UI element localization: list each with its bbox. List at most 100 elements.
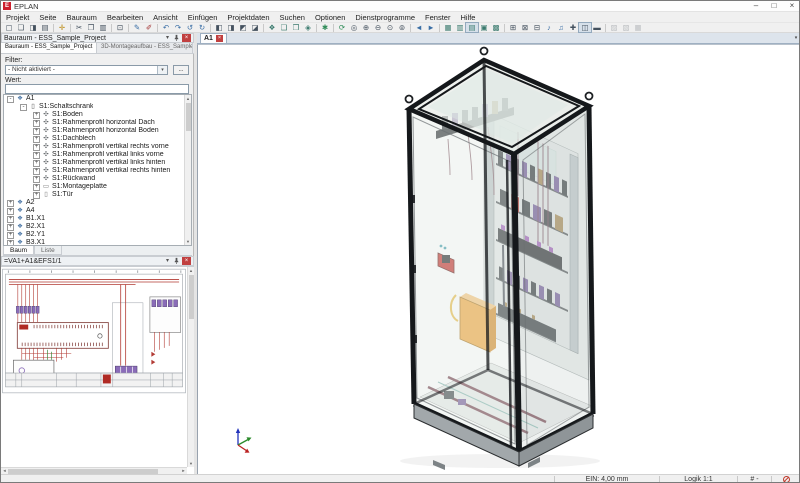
tree-expander[interactable]: + (33, 175, 40, 183)
panel-pin-icon[interactable] (172, 34, 181, 42)
free-placement-icon[interactable]: ♪ (543, 23, 555, 32)
redo-icon[interactable]: ↷ (172, 23, 184, 32)
panel-close-button[interactable]: × (182, 257, 191, 265)
macro-navigator-icon[interactable]: ◈ (302, 23, 314, 32)
menu-item[interactable]: Projektdaten (222, 13, 274, 22)
scroll-down-icon[interactable]: ▼ (185, 238, 191, 245)
redo-history-icon[interactable]: ↻ (196, 23, 208, 32)
combo-dropdown-icon[interactable]: ▾ (157, 66, 167, 74)
view-forward-icon[interactable]: ► (425, 23, 437, 32)
navigator-tab[interactable]: Bauraum - ESS_Sample_Project (1, 43, 97, 53)
window-split-3-icon[interactable]: ◩ (237, 23, 249, 32)
menu-item[interactable]: Ansicht (148, 13, 183, 22)
tree-item[interactable]: + ✣ S1:Rahmenprofil vertikal rechts hint… (4, 167, 184, 175)
tree-item[interactable]: - ❖ A1 (4, 95, 184, 103)
tree-expander[interactable]: + (33, 191, 40, 199)
preview-hscroll-thumb[interactable] (8, 468, 158, 474)
tree-expander[interactable]: + (7, 223, 14, 231)
coordinate-input-icon[interactable]: ✚ (567, 23, 579, 32)
design-mode-icon[interactable]: ▬ (591, 23, 603, 32)
preview-panel-header[interactable]: =VA1+A1&EFS1/1 ▾ × (1, 256, 194, 266)
menu-item[interactable]: Hilfe (455, 13, 480, 22)
tree-expander[interactable]: + (33, 159, 40, 167)
close-button[interactable]: × (783, 1, 799, 11)
view-tab[interactable]: Liste (33, 246, 62, 255)
panel-close-button[interactable]: × (182, 34, 191, 42)
panel-pin-icon[interactable] (172, 257, 181, 265)
settings-wrench-icon[interactable]: ✛ (56, 23, 68, 32)
snap-grid-icon[interactable]: ⊞ (507, 23, 519, 32)
document-tab-a1[interactable]: A1 × (200, 33, 227, 43)
view-back-icon[interactable]: ◄ (413, 23, 425, 32)
preview-vertical-scrollbar[interactable]: ▲ ▼ (187, 267, 194, 467)
insert-symbol-icon[interactable]: ✱ (319, 23, 331, 32)
tree-expander[interactable]: + (33, 111, 40, 119)
ruler-icon[interactable]: ◫ (578, 22, 592, 33)
tree-item[interactable]: + ✣ S1:Rahmenprofil horizontal Boden (4, 127, 184, 135)
tree-expander[interactable]: + (7, 239, 14, 245)
grid-2-icon[interactable]: ▥ (454, 23, 466, 32)
tree-item[interactable]: + ✣ S1:Rahmenprofil vertikal links vorne (4, 151, 184, 159)
snap-off-icon[interactable]: ⊠ (519, 23, 531, 32)
tab-overflow-icon[interactable]: ▾ (791, 33, 799, 43)
tree-expander[interactable]: + (33, 167, 40, 175)
menu-item[interactable]: Fenster (420, 13, 455, 22)
graphic-tool-2-icon[interactable]: ▧ (620, 23, 632, 32)
scroll-up-icon[interactable]: ▲ (185, 95, 191, 102)
bauraum-panel-header[interactable]: Bauraum - ESS_Sample_Project ▾ × (1, 33, 194, 43)
panel-menu-arrow-icon[interactable]: ▾ (163, 34, 172, 42)
minimize-button[interactable]: – (747, 1, 765, 11)
menu-item[interactable]: Dienstprogramme (350, 13, 420, 22)
copy-icon[interactable]: ❐ (85, 23, 97, 32)
tree-expander[interactable]: + (33, 119, 40, 127)
zoom-out-icon[interactable]: ⊖ (372, 23, 384, 32)
maximize-button[interactable]: □ (765, 1, 783, 11)
save-icon[interactable]: ◨ (27, 23, 39, 32)
tree-expander[interactable]: + (33, 127, 40, 135)
tree-expander[interactable]: + (33, 151, 40, 159)
object-snap-icon[interactable]: ⊟ (531, 23, 543, 32)
grouped-placement-icon[interactable]: ♫ (555, 23, 567, 32)
new-page-icon[interactable]: ▢ (3, 23, 15, 32)
graphic-tool-3-icon[interactable]: ▦ (632, 23, 644, 32)
tree-item[interactable]: + ❖ A4 (4, 207, 184, 215)
menu-item[interactable]: Seite (34, 13, 61, 22)
tree-item[interactable]: + ✣ S1:Boden (4, 111, 184, 119)
undo-icon[interactable]: ↶ (160, 23, 172, 32)
menu-item[interactable]: Einfügen (183, 13, 223, 22)
tree-expander[interactable]: + (33, 135, 40, 143)
zoom-window-icon[interactable]: ⊙ (384, 23, 396, 32)
grid-1-icon[interactable]: ▦ (442, 23, 454, 32)
device-navigator-icon[interactable]: ❖ (266, 23, 278, 32)
menu-item[interactable]: Optionen (310, 13, 350, 22)
graphic-tool-1-icon[interactable]: ▨ (608, 23, 620, 32)
filter-browse-button[interactable]: ... (173, 65, 189, 75)
format-paint-icon[interactable]: ✎ (131, 23, 143, 32)
navigator-tab[interactable]: 3D-Montageaufbau - ESS_Sample_Project (97, 43, 193, 53)
tree-expander[interactable]: + (7, 215, 14, 223)
print-icon[interactable]: ▤ (39, 23, 51, 32)
grid-3-icon[interactable]: ▤ (465, 22, 479, 33)
tree-expander[interactable]: + (7, 231, 14, 239)
tree-item[interactable]: + ▯ S1:Tür (4, 191, 184, 199)
select-icon[interactable]: ⊡ (114, 23, 126, 32)
zoom-all-icon[interactable]: ⊚ (396, 23, 408, 32)
tree-item[interactable]: + ▭ S1:Montageplatte (4, 183, 184, 191)
window-split-1-icon[interactable]: ◧ (213, 23, 225, 32)
filter-combobox[interactable]: - Nicht aktiviert - ▾ (5, 65, 168, 75)
tree-item[interactable]: + ✣ S1:Dachblech (4, 135, 184, 143)
tree-expander[interactable]: + (7, 207, 14, 215)
tree-expander[interactable]: + (7, 199, 14, 207)
tree-item[interactable]: + ✣ S1:Rahmenprofil horizontal Dach (4, 119, 184, 127)
page-preview-panel[interactable]: ▲ ▼ ◄ ► (1, 266, 194, 474)
tree-expander[interactable]: - (20, 103, 27, 111)
menu-item[interactable]: Bearbeiten (102, 13, 148, 22)
undo-history-icon[interactable]: ↺ (184, 23, 196, 32)
grid-5-icon[interactable]: ▩ (490, 23, 502, 32)
tree-item[interactable]: + ❖ B1.X1 (4, 215, 184, 223)
graphic-preview-icon[interactable]: ❒ (290, 23, 302, 32)
update-view-icon[interactable]: ⟳ (336, 23, 348, 32)
tab-close-icon[interactable]: × (215, 35, 223, 42)
wert-input[interactable] (5, 84, 189, 94)
tree-item[interactable]: + ❖ B3.X1 (4, 239, 184, 245)
